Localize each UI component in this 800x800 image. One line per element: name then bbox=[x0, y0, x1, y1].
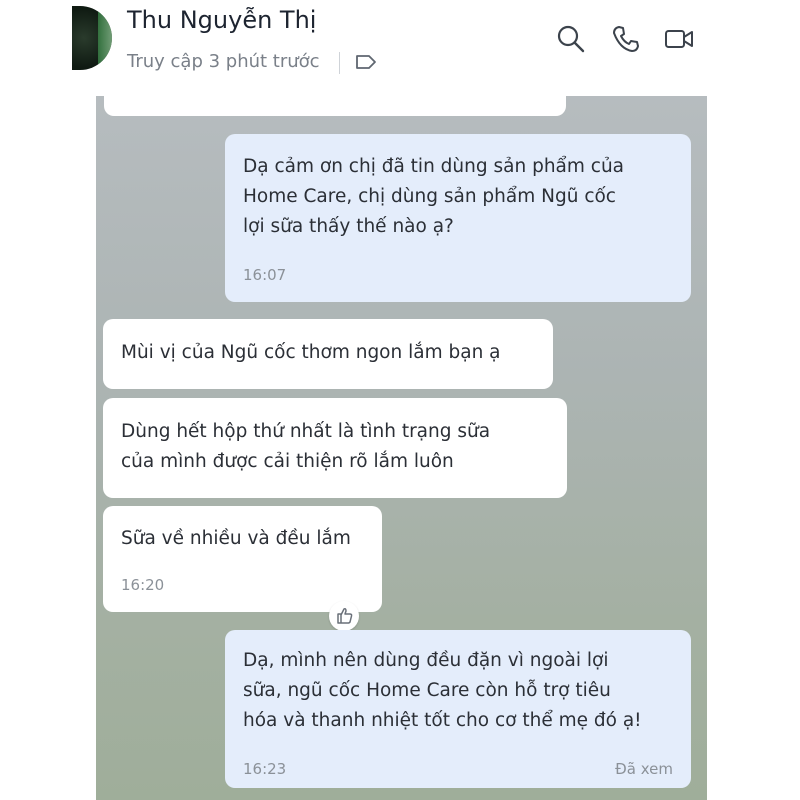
message-time: 16:20 bbox=[121, 576, 165, 594]
message-bubble-outgoing[interactable]: Dạ cảm ơn chị đã tin dùng sản phẩm của H… bbox=[225, 134, 691, 302]
contact-name[interactable]: Thu Nguyễn Thị bbox=[127, 6, 316, 34]
message-bubble-incoming[interactable]: Mùi vị của Ngũ cốc thơm ngon lắm bạn ạ bbox=[103, 319, 553, 389]
reaction-button[interactable] bbox=[329, 601, 359, 631]
message-time: 16:23 bbox=[243, 760, 287, 778]
message-bubble-incoming[interactable]: Sữa về nhiều và đều lắm 16:20 bbox=[103, 506, 382, 612]
chat-header: Thu Nguyễn Thị Truy cập 3 phút trước bbox=[0, 0, 800, 96]
chat-area[interactable]: Dạ cảm ơn chị đã tin dùng sản phẩm của H… bbox=[96, 96, 707, 800]
message-text: Mùi vị của Ngũ cốc thơm ngon lắm bạn ạ bbox=[121, 342, 501, 363]
seen-status: Đã xem bbox=[615, 760, 673, 778]
thumbs-up-icon bbox=[337, 608, 353, 624]
header-divider bbox=[339, 52, 340, 74]
message-text: Dùng hết hộp thứ nhất là tình trạng sữa … bbox=[121, 421, 491, 472]
message-text: Dạ cảm ơn chị đã tin dùng sản phẩm của H… bbox=[243, 156, 625, 237]
message-bubble-incoming[interactable]: Dùng hết hộp thứ nhất là tình trạng sữa … bbox=[103, 398, 567, 498]
phone-icon[interactable] bbox=[611, 24, 641, 54]
previous-message-bubble bbox=[104, 96, 566, 116]
tag-icon[interactable] bbox=[354, 52, 378, 72]
last-active-status: Truy cập 3 phút trước bbox=[127, 51, 320, 72]
video-call-icon[interactable] bbox=[664, 24, 694, 54]
message-text: Sữa về nhiều và đều lắm bbox=[121, 528, 351, 549]
message-time: 16:07 bbox=[243, 266, 287, 284]
message-text: Dạ, mình nên dùng đều đặn vì ngoài lợi s… bbox=[243, 650, 642, 731]
contact-avatar[interactable] bbox=[72, 6, 112, 70]
search-icon[interactable] bbox=[556, 24, 586, 54]
message-bubble-outgoing[interactable]: Dạ, mình nên dùng đều đặn vì ngoài lợi s… bbox=[225, 630, 691, 788]
